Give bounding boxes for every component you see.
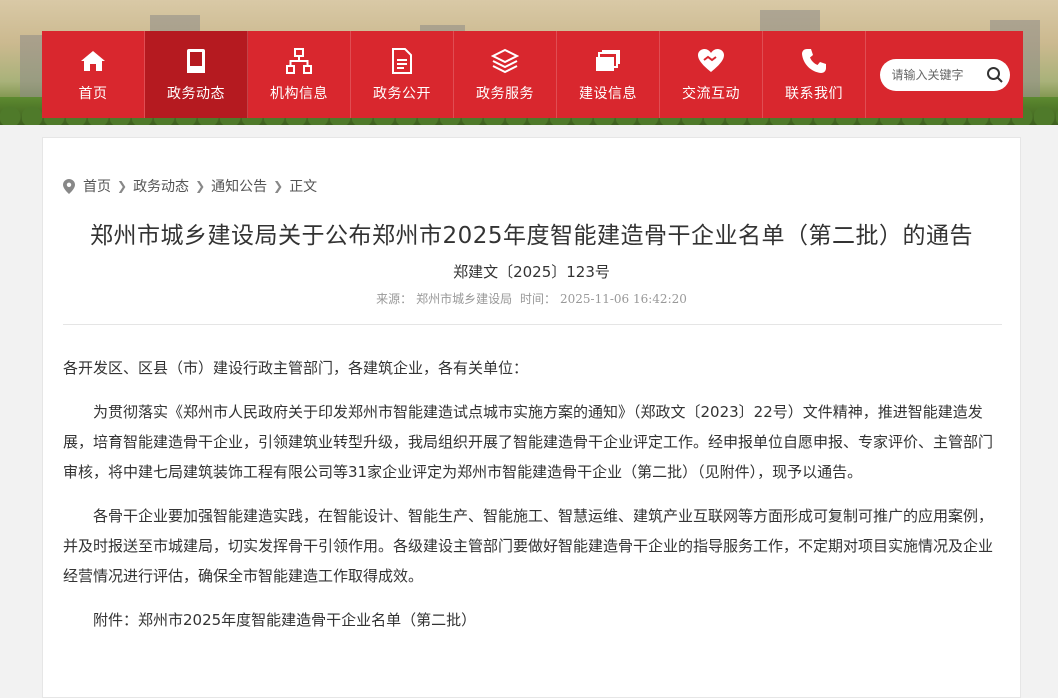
- nav-item-interaction[interactable]: 交流互动: [660, 31, 763, 118]
- nav-item-contact[interactable]: 联系我们: [763, 31, 866, 118]
- book-icon: [182, 47, 210, 75]
- document-icon: [388, 47, 416, 75]
- chevron-right-icon: ❯: [273, 179, 284, 193]
- article-card: 首页 ❯ 政务动态 ❯ 通知公告 ❯ 正文 郑州市城乡建设局关于公布郑州市202…: [42, 137, 1021, 698]
- nav-item-construction[interactable]: 建设信息: [557, 31, 660, 118]
- nav-item-home[interactable]: 首页: [42, 31, 145, 118]
- nav-label: 政务公开: [373, 85, 431, 102]
- search-box: [879, 58, 1010, 91]
- time-label: 时间：: [519, 292, 556, 306]
- source-label: 来源：: [376, 292, 413, 306]
- folders-icon: [594, 47, 622, 75]
- chevron-right-icon: ❯: [117, 179, 128, 193]
- nav-label: 交流互动: [682, 85, 740, 102]
- nav-label: 建设信息: [579, 85, 637, 102]
- attachment-line[interactable]: 附件：郑州市2025年度智能建造骨干企业名单（第二批）: [63, 605, 995, 635]
- article-body: 各开发区、区县（市）建设行政主管部门，各建筑企业，各有关单位： 为贯彻落实《郑州…: [63, 353, 995, 649]
- org-chart-icon: [285, 47, 313, 75]
- paragraph: 为贯彻落实《郑州市人民政府关于印发郑州市智能建造试点城市实施方案的通知》（郑政文…: [63, 403, 994, 481]
- article-title: 郑州市城乡建设局关于公布郑州市2025年度智能建造骨干企业名单（第二批）的通告: [89, 223, 974, 249]
- home-icon: [79, 47, 107, 75]
- nav-item-organization[interactable]: 机构信息: [248, 31, 351, 118]
- nav-label: 联系我们: [785, 85, 843, 102]
- breadcrumb-notices[interactable]: 通知公告: [211, 176, 267, 196]
- doc-number: 郑建文〔2025〕123号: [453, 263, 610, 281]
- nav-label: 政务动态: [167, 85, 225, 102]
- time-value: 2025-11-06 16:42:20: [559, 292, 687, 306]
- heart-hands-icon: [697, 47, 725, 75]
- nav-item-news[interactable]: 政务动态: [145, 31, 248, 118]
- breadcrumb-current: 正文: [289, 179, 318, 195]
- nav-label: 首页: [78, 85, 108, 102]
- search-input[interactable]: [889, 66, 986, 83]
- search-area: [866, 31, 1023, 118]
- layers-icon: [491, 47, 519, 75]
- phone-icon: [800, 47, 828, 75]
- nav-item-disclosure[interactable]: 政务公开: [351, 31, 454, 118]
- nav-label: 政务服务: [476, 85, 534, 102]
- source-value: 郑州市城乡建设局: [416, 292, 513, 306]
- divider: [63, 324, 1002, 325]
- breadcrumb-news[interactable]: 政务动态: [133, 176, 189, 196]
- main-nav: 首页 政务动态 机构信息 政务公开 政务服务 建设信息 交流互动 联系我们 请输…: [42, 31, 1023, 118]
- salutation: 各开发区、区县（市）建设行政主管部门，各建筑企业，各有关单位：: [63, 359, 529, 377]
- location-pin-icon: [63, 178, 75, 194]
- search-icon[interactable]: [986, 65, 1004, 85]
- nav-item-services[interactable]: 政务服务: [454, 31, 557, 118]
- paragraph: 各骨干企业要加强智能建造实践，在智能设计、智能生产、智能施工、智慧运维、建筑产业…: [63, 507, 994, 585]
- article-meta: 来源： 郑州市城乡建设局 时间： 2025-11-06 16:42:20: [43, 290, 1020, 307]
- breadcrumb-home[interactable]: 首页: [83, 176, 111, 196]
- chevron-right-icon: ❯: [195, 179, 206, 193]
- breadcrumb: 首页 ❯ 政务动态 ❯ 通知公告 ❯ 正文: [63, 176, 317, 196]
- nav-label: 机构信息: [270, 85, 328, 102]
